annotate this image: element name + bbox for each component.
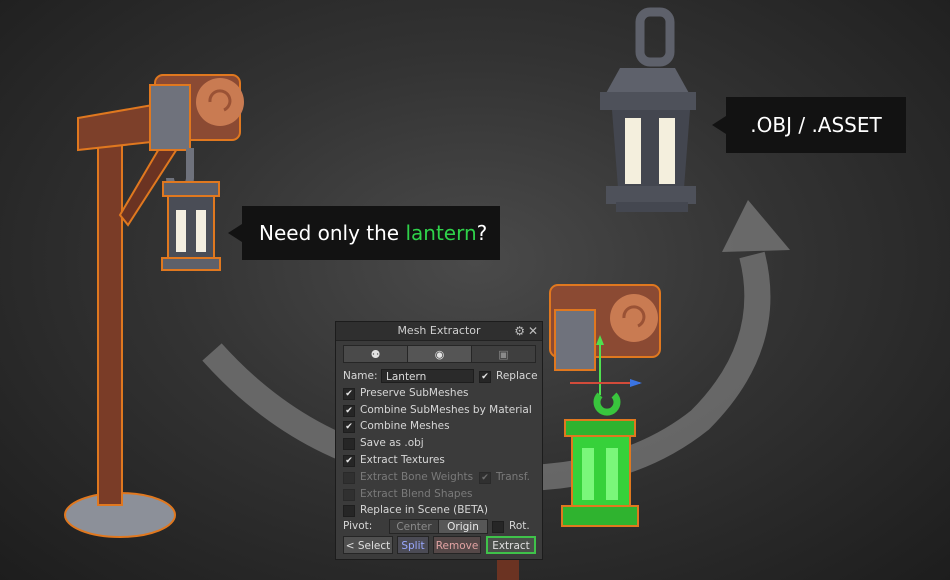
- option-combine-meshes: ✔ Combine Meshes: [343, 419, 450, 434]
- tab-cube[interactable]: ▣: [471, 345, 536, 363]
- option-extract-blend-shapes: Extract Blend Shapes: [343, 487, 473, 502]
- lamp-post-icon: [64, 74, 244, 538]
- mesh-parts-icon: ⚉: [370, 347, 381, 361]
- pivot-row: Pivot:: [343, 519, 372, 534]
- select-button[interactable]: < Select: [343, 536, 393, 554]
- replace-label: Replace: [496, 370, 538, 382]
- transf-label: Transf.: [496, 471, 531, 483]
- pivot-origin-button[interactable]: Origin: [438, 519, 488, 534]
- replace-row: ✔ Replace: [479, 369, 538, 384]
- rot-label: Rot.: [509, 520, 530, 532]
- panel-title: Mesh Extractor: [397, 324, 481, 337]
- transf-checkbox[interactable]: ✔: [479, 471, 491, 484]
- rot-checkbox[interactable]: [492, 520, 504, 533]
- tab-target[interactable]: ◉: [407, 345, 472, 363]
- extract-bone-weights-label: Extract Bone Weights: [360, 471, 474, 483]
- save-as-obj-checkbox[interactable]: [343, 437, 355, 450]
- split-button[interactable]: Split: [397, 536, 429, 554]
- combine-submeshes-label: Combine SubMeshes by Material: [360, 404, 532, 416]
- replace-in-scene-checkbox[interactable]: [343, 504, 355, 517]
- remove-button[interactable]: Remove: [433, 536, 481, 554]
- close-icon[interactable]: ✕: [528, 322, 538, 340]
- option-preserve-submeshes: ✔ Preserve SubMeshes: [343, 386, 469, 401]
- option-extract-bone-weights: Extract Bone Weights: [343, 470, 473, 485]
- target-icon: ◉: [434, 347, 445, 361]
- export-format-callout: .OBJ / .ASSET: [712, 97, 906, 153]
- extract-bone-weights-checkbox[interactable]: [343, 471, 355, 484]
- gear-icon[interactable]: ⚙: [514, 322, 525, 340]
- preserve-submeshes-checkbox[interactable]: ✔: [343, 387, 355, 400]
- callout-text-accent: lantern: [405, 221, 477, 245]
- name-label: Name:: [343, 370, 378, 382]
- callout-text-suffix: ?: [476, 221, 488, 245]
- name-row: Name:: [343, 369, 378, 384]
- pivot-label: Pivot:: [343, 520, 373, 532]
- arrow-head-icon: [722, 200, 790, 252]
- callout-text-prefix: Need only the: [259, 221, 406, 245]
- pivot-center-button[interactable]: Center: [389, 519, 439, 534]
- name-field[interactable]: Lantern: [381, 369, 474, 383]
- option-extract-textures: ✔ Extract Textures: [343, 453, 445, 468]
- combine-submeshes-checkbox[interactable]: ✔: [343, 404, 355, 417]
- combine-meshes-label: Combine Meshes: [360, 420, 450, 432]
- preserve-submeshes-label: Preserve SubMeshes: [360, 387, 469, 399]
- mode-tabs: ⚉ ◉ ▣: [343, 345, 536, 363]
- replace-checkbox[interactable]: ✔: [479, 370, 491, 383]
- extract-button[interactable]: Extract: [486, 536, 536, 554]
- extract-textures-label: Extract Textures: [360, 454, 445, 466]
- rot-row: Rot.: [492, 519, 530, 534]
- option-transf: ✔ Transf.: [479, 470, 530, 485]
- cube-icon: ▣: [498, 347, 509, 361]
- panel-titlebar[interactable]: Mesh Extractor ⚙ ✕: [336, 322, 542, 341]
- tab-extract[interactable]: ⚉: [343, 345, 408, 363]
- extract-blend-shapes-checkbox[interactable]: [343, 488, 355, 501]
- option-replace-in-scene: Replace in Scene (BETA): [343, 503, 488, 518]
- mesh-extractor-panel: Mesh Extractor ⚙ ✕ ⚉ ◉ ▣ Name: Lantern ✔…: [335, 321, 543, 560]
- extract-blend-shapes-label: Extract Blend Shapes: [360, 488, 473, 500]
- option-combine-submeshes: ✔ Combine SubMeshes by Material: [343, 403, 532, 418]
- save-as-obj-label: Save as .obj: [360, 437, 424, 449]
- extract-textures-checkbox[interactable]: ✔: [343, 454, 355, 467]
- lantern-icon: [600, 7, 696, 212]
- combine-meshes-checkbox[interactable]: ✔: [343, 420, 355, 433]
- option-save-as-obj: Save as .obj: [343, 436, 424, 451]
- lantern-callout: Need only the lantern?: [228, 206, 500, 260]
- replace-in-scene-label: Replace in Scene (BETA): [360, 504, 488, 516]
